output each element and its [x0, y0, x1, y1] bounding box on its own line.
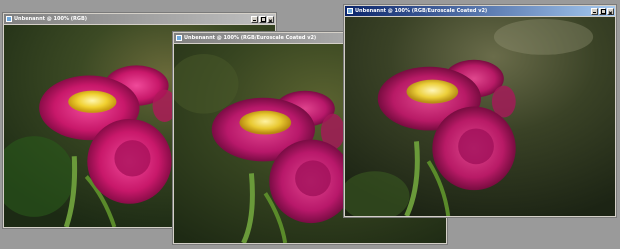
minimize-button[interactable] [251, 15, 258, 23]
close-button[interactable] [607, 7, 614, 15]
photoshop-window-cmyk-proof-2[interactable]: Unbenannt @ 100% (RGB/Euroscale Coated v… [343, 4, 617, 218]
maximize-button[interactable] [599, 7, 606, 15]
photoshop-icon [6, 16, 12, 22]
window-titlebar[interactable]: Unbenannt @ 100% (RGB/Euroscale Coated v… [345, 6, 615, 16]
window-title: Unbenannt @ 100% (RGB) [14, 16, 88, 22]
flower-photo [345, 17, 615, 216]
maximize-button[interactable] [259, 15, 266, 23]
photoshop-icon [347, 8, 353, 14]
minimize-button[interactable] [591, 7, 598, 15]
window-titlebar[interactable]: Unbenannt @ 100% (RGB) [4, 14, 275, 24]
close-button[interactable] [267, 15, 274, 23]
photoshop-icon [176, 35, 182, 41]
window-title: Unbenannt @ 100% (RGB/Euroscale Coated v… [355, 8, 488, 14]
image-canvas[interactable] [345, 17, 615, 216]
